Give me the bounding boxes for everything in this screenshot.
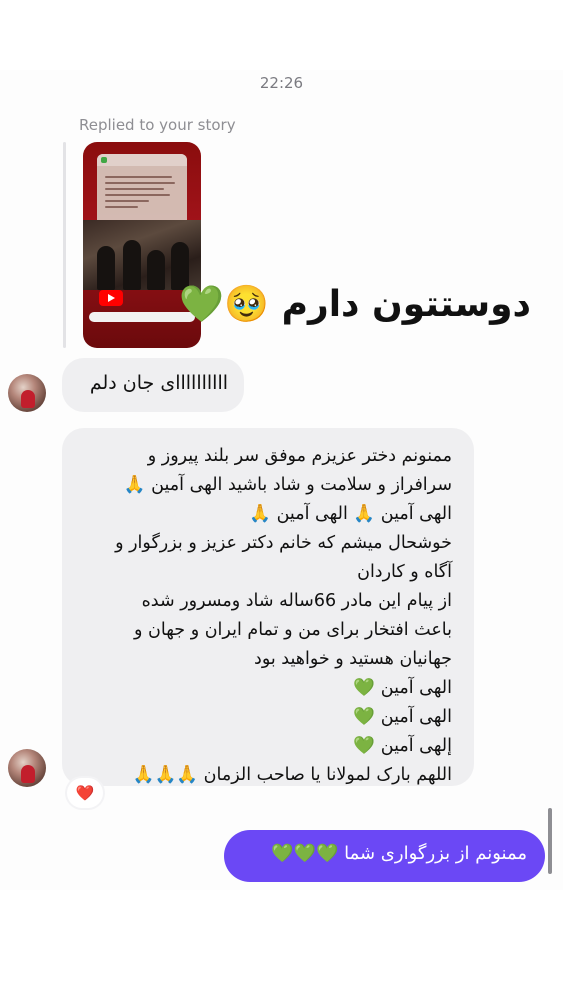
message-line: الهی آمین 💚 — [353, 678, 452, 698]
youtube-icon — [99, 290, 123, 306]
message-text: اااااااااای جان دلم — [89, 372, 228, 394]
message-line: اللهم بارک لمولانا یا صاحب الزمان 🙏🙏🙏 — [132, 765, 452, 785]
message-line: سرافراز و سلامت و شاد باشید الهی آمین 🙏 — [123, 475, 452, 495]
sender-avatar[interactable] — [8, 374, 46, 412]
bottom-area — [0, 890, 563, 1000]
story-message-card — [97, 154, 187, 226]
heart-reaction-icon[interactable]: ❤️ — [67, 778, 103, 808]
message-line: الهی آمین 🙏 الهی آمین 🙏 — [249, 504, 452, 524]
story-photo — [83, 220, 201, 290]
message-text: ممنونم از بزرگواری شما 💚💚💚 — [271, 843, 527, 864]
message-line: ممنونم دختر عزیزم موفق سر بلند پیروز و — [147, 446, 452, 466]
replied-to-story-label: Replied to your story — [79, 116, 236, 134]
message-line: از پیام این مادر 66ساله شاد ومسرور شده — [141, 591, 452, 611]
story-reply-message[interactable]: دوستتون دارم 🥹💚 — [179, 283, 531, 325]
message-line: الهی آمین 💚 — [353, 707, 452, 727]
sender-avatar[interactable] — [8, 749, 46, 787]
messages-app-icon — [101, 157, 107, 163]
top-area — [0, 0, 563, 70]
message-line: جهانیان هستید و خواهید بود — [254, 649, 452, 669]
message-line: خوشحال میشم که خانم دکتر عزیز و بزرگوار … — [115, 533, 452, 553]
incoming-message-bubble[interactable]: ممنونم دختر عزیزم موفق سر بلند پیروز و س… — [62, 428, 474, 786]
message-line: إلهی آمین 💚 — [353, 736, 452, 756]
reply-quote-bar — [63, 142, 66, 348]
incoming-message-bubble[interactable]: اااااااااای جان دلم — [62, 358, 244, 412]
message-line: باعث افتخار برای من و تمام ایران و جهان … — [134, 620, 452, 640]
scrollbar[interactable] — [548, 808, 552, 874]
outgoing-message-bubble[interactable]: ممنونم از بزرگواری شما 💚💚💚 — [224, 830, 545, 882]
message-line: آگاه و کاردان — [357, 562, 452, 582]
message-timestamp: 22:26 — [259, 74, 304, 92]
